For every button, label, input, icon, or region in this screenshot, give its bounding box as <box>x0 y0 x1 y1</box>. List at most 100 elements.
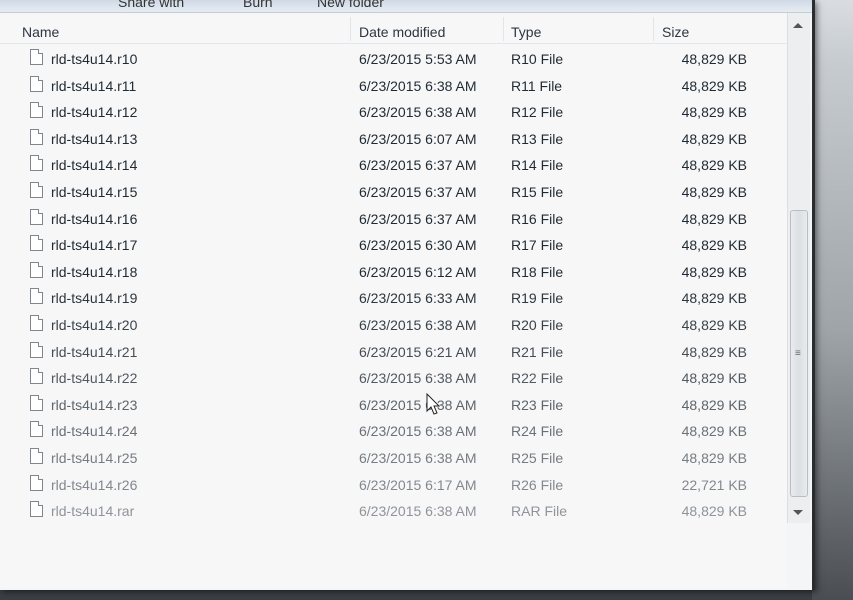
file-size: 48,829 KB <box>681 423 747 440</box>
file-icon <box>30 288 43 305</box>
column-divider[interactable] <box>503 17 504 41</box>
file-row[interactable]: rld-ts4u14.r13 6/23/2015 6:07 AM R13 File 4… <box>0 125 787 151</box>
file-name: rld-ts4u14.r12 <box>51 104 138 121</box>
file-size: 48,829 KB <box>681 396 747 413</box>
column-header-date-modified[interactable]: Date modified <box>359 24 445 40</box>
file-name: rld-ts4u14.r24 <box>51 423 138 440</box>
file-type: R10 File <box>511 51 564 67</box>
file-icon <box>30 128 43 145</box>
file-date-modified: 6/23/2015 6:37 AM <box>359 210 477 227</box>
file-name: rld-ts4u14.r14 <box>51 157 138 174</box>
column-header-type[interactable]: Type <box>511 24 541 40</box>
file-type: R22 File <box>511 370 564 387</box>
file-type: R24 File <box>511 423 564 440</box>
file-row[interactable]: rld-ts4u14.r15 6/23/2015 6:37 AM R15 File 4… <box>0 178 787 204</box>
vertical-scrollbar[interactable]: ≡ <box>787 13 810 523</box>
file-size: 48,829 KB <box>681 104 747 121</box>
file-row[interactable]: rld-ts4u14.r25 6/23/2015 6:38 AM R25 File 4… <box>0 444 787 470</box>
file-size: 48,829 KB <box>681 210 747 227</box>
file-date-modified: 6/23/2015 6:38 AM <box>359 77 477 94</box>
file-type: R16 File <box>511 210 564 227</box>
file-icon <box>30 315 43 331</box>
file-row[interactable]: rld-ts4u14.r20 6/23/2015 6:38 AM R20 File 4… <box>0 311 787 337</box>
file-size: 48,829 KB <box>681 343 747 360</box>
explorer-window: Share with Burn New folder Name Date mod… <box>0 0 815 590</box>
scroll-up-arrow-icon[interactable] <box>793 23 803 28</box>
column-divider[interactable] <box>653 17 654 41</box>
file-name: rld-ts4u14.r13 <box>51 130 138 147</box>
file-size: 48,829 KB <box>681 503 747 520</box>
file-type: R13 File <box>511 130 564 147</box>
file-row[interactable]: rld-ts4u14.r16 6/23/2015 6:37 AM R16 File 4… <box>0 205 787 231</box>
file-type: R23 File <box>511 396 564 413</box>
file-date-modified: 6/23/2015 6:38 AM <box>359 370 477 387</box>
file-name: rld-ts4u14.rar <box>51 503 135 520</box>
file-row[interactable]: rld-ts4u14.r19 6/23/2015 6:33 AM R19 File 4… <box>0 284 787 310</box>
file-size: 48,829 KB <box>681 157 747 174</box>
file-name: rld-ts4u14.r19 <box>51 290 138 307</box>
file-date-modified: 6/23/2015 6:38 AM <box>359 450 477 466</box>
file-size: 48,829 KB <box>681 450 747 466</box>
file-row[interactable]: rld-ts4u14.r18 6/23/2015 6:12 AM R18 File 4… <box>0 258 787 284</box>
file-name: rld-ts4u14.r26 <box>51 476 138 493</box>
file-row[interactable]: rld-ts4u14.r23 6/23/2015 6:38 AM R23 File 4… <box>0 391 787 417</box>
scroll-down-arrow-icon[interactable] <box>793 510 803 515</box>
file-row[interactable]: rld-ts4u14.r10 6/23/2015 5:53 AM R10 File 4… <box>0 45 787 71</box>
file-size: 48,829 KB <box>681 130 747 147</box>
file-name: rld-ts4u14.r18 <box>51 263 138 280</box>
desktop-background <box>812 0 853 600</box>
file-date-modified: 6/23/2015 5:53 AM <box>359 51 477 67</box>
file-type: R14 File <box>511 157 564 174</box>
file-date-modified: 6/23/2015 6:12 AM <box>359 263 477 280</box>
column-divider[interactable] <box>350 17 351 41</box>
file-name: rld-ts4u14.r10 <box>51 51 138 67</box>
file-date-modified: 6/23/2015 6:07 AM <box>359 130 477 147</box>
file-date-modified: 6/23/2015 6:21 AM <box>359 343 477 360</box>
toolbar-burn[interactable]: Burn <box>243 0 273 10</box>
file-type: R19 File <box>511 290 564 307</box>
file-type: RAR File <box>511 503 568 520</box>
file-row[interactable]: rld-ts4u14.r21 6/23/2015 6:21 AM R21 File 4… <box>0 338 787 364</box>
file-type: R12 File <box>511 104 564 121</box>
file-icon <box>30 155 43 172</box>
file-row[interactable]: rld-ts4u14.r26 6/23/2015 6:17 AM R26 File 2… <box>0 471 787 497</box>
file-icon <box>30 421 43 438</box>
file-name: rld-ts4u14.r22 <box>51 370 138 387</box>
mouse-cursor-icon <box>426 393 441 415</box>
file-row[interactable]: rld-ts4u14.rar 6/23/2015 6:38 AM RAR File 4… <box>0 497 787 523</box>
file-date-modified: 6/23/2015 6:33 AM <box>359 290 477 307</box>
file-type: R21 File <box>511 343 564 360</box>
file-type: R15 File <box>511 184 564 200</box>
scrollbar-thumb[interactable]: ≡ <box>790 210 808 497</box>
file-name: rld-ts4u14.r20 <box>51 317 138 333</box>
file-date-modified: 6/23/2015 6:37 AM <box>359 184 477 200</box>
file-size: 48,829 KB <box>681 77 747 94</box>
file-type: R26 File <box>511 476 564 493</box>
file-row[interactable]: rld-ts4u14.r11 6/23/2015 6:38 AM R11 File 4… <box>0 72 787 98</box>
toolbar-share-with[interactable]: Share with <box>118 0 184 10</box>
toolbar-new-folder[interactable]: New folder <box>317 0 384 10</box>
file-date-modified: 6/23/2015 6:38 AM <box>359 503 477 520</box>
file-name: rld-ts4u14.r25 <box>51 450 138 466</box>
file-icon <box>30 394 43 411</box>
file-row[interactable]: rld-ts4u14.r12 6/23/2015 6:38 AM R12 File 4… <box>0 98 787 124</box>
file-row[interactable]: rld-ts4u14.r14 6/23/2015 6:37 AM R14 File 4… <box>0 151 787 177</box>
file-row[interactable]: rld-ts4u14.r17 6/23/2015 6:30 AM R17 File 4… <box>0 231 787 257</box>
file-size: 48,829 KB <box>681 51 747 67</box>
column-header-size[interactable]: Size <box>662 24 689 40</box>
column-header-name[interactable]: Name <box>22 24 59 40</box>
file-size: 48,829 KB <box>681 184 747 200</box>
file-date-modified: 6/23/2015 6:30 AM <box>359 237 477 254</box>
column-header-row: Name Date modified Type Size <box>0 13 787 44</box>
file-icon <box>30 474 43 491</box>
file-size: 48,829 KB <box>681 237 747 254</box>
file-row[interactable]: rld-ts4u14.r22 6/23/2015 6:38 AM R22 File 4… <box>0 364 787 390</box>
file-type: R18 File <box>511 263 564 280</box>
file-row[interactable]: rld-ts4u14.r24 6/23/2015 6:38 AM R24 File 4… <box>0 417 787 443</box>
file-icon <box>30 75 43 92</box>
file-date-modified: 6/23/2015 6:38 AM <box>359 423 477 440</box>
grip-icon: ≡ <box>795 348 801 359</box>
file-date-modified: 6/23/2015 6:38 AM <box>359 104 477 121</box>
toolbar: Share with Burn New folder <box>0 0 812 13</box>
file-name: rld-ts4u14.r16 <box>51 210 138 227</box>
